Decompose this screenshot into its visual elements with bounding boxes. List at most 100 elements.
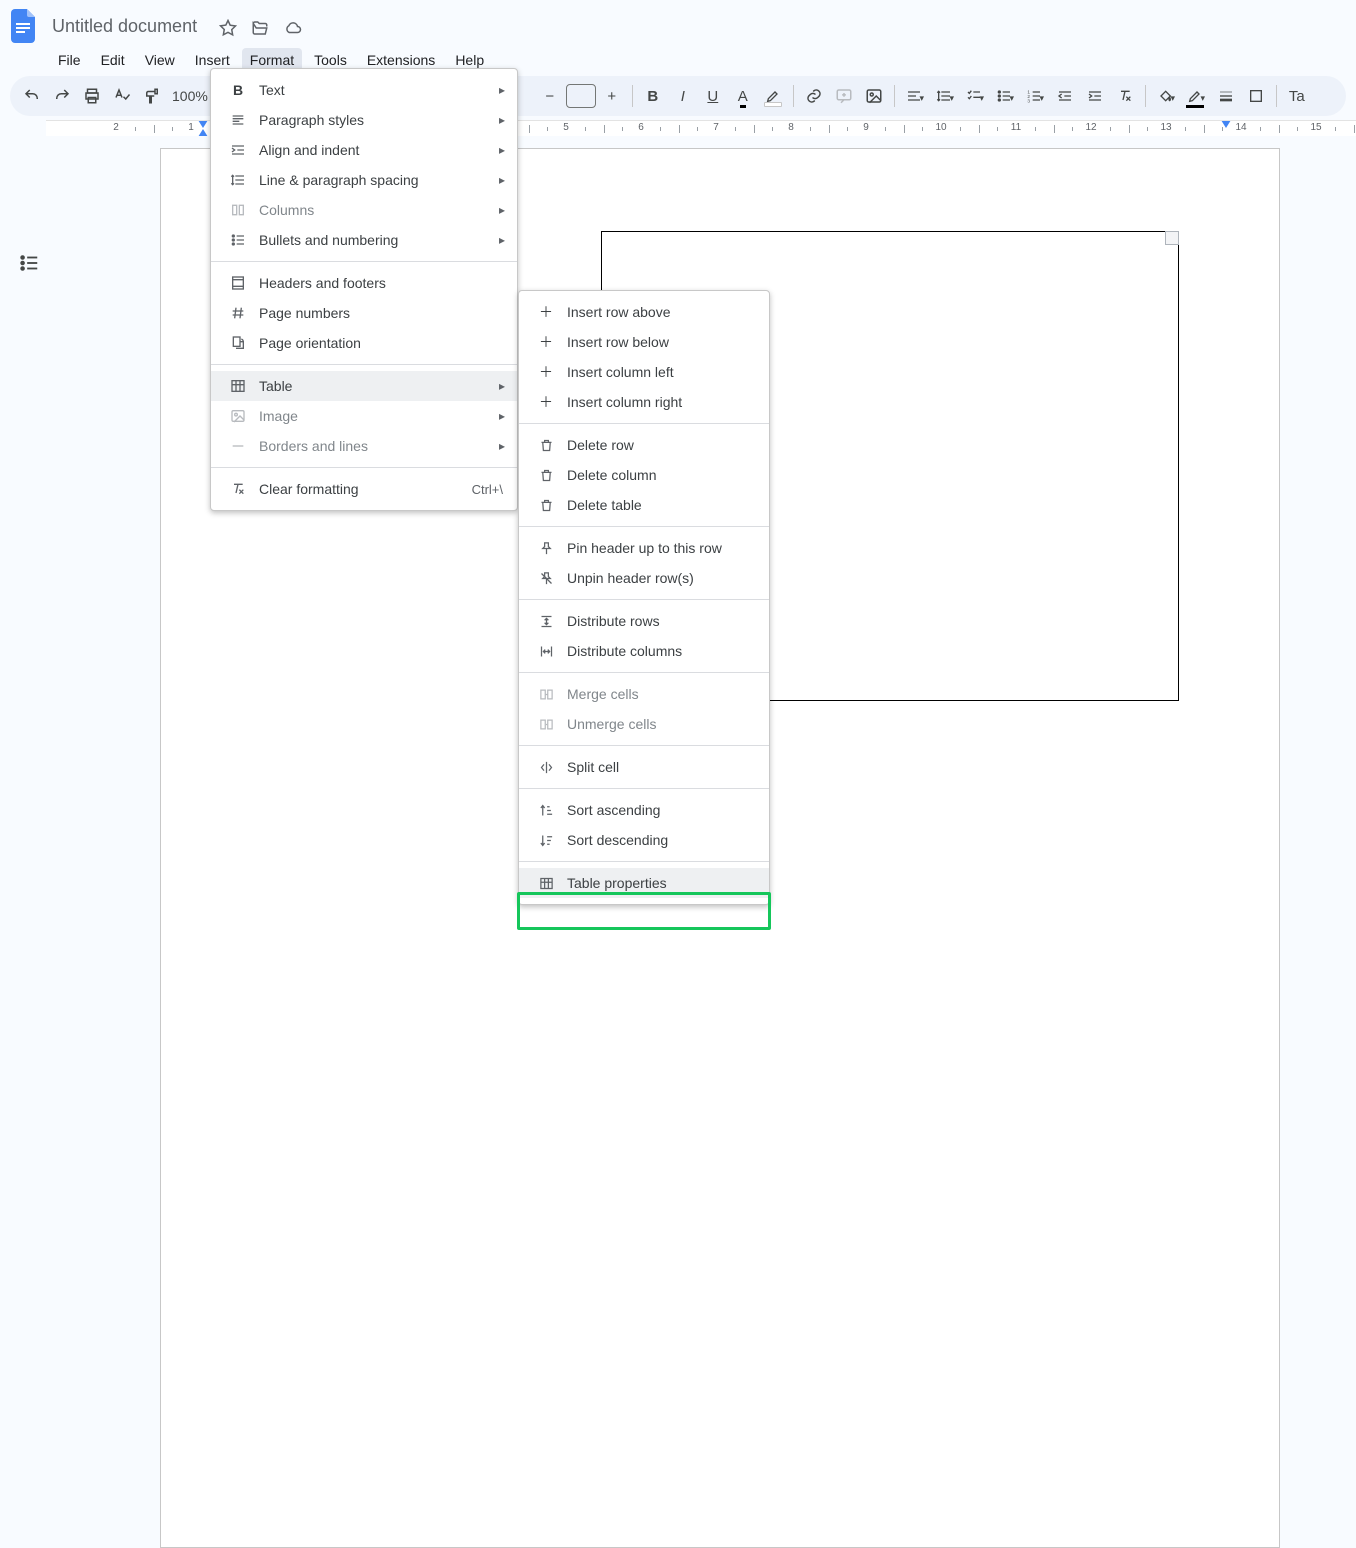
plus-icon: ＋ <box>535 392 557 412</box>
svg-text:3: 3 <box>1027 99 1030 104</box>
more-format-label[interactable]: Ta <box>1283 82 1311 110</box>
work-area: 21123456789101112131415161718 B Text▸ Pa… <box>0 120 1356 970</box>
table-sort-asc[interactable]: Sort ascending <box>519 795 769 825</box>
table-properties[interactable]: Table properties <box>519 868 769 898</box>
italic-button[interactable]: I <box>669 82 697 110</box>
format-line-spacing[interactable]: Line & paragraph spacing▸ <box>211 165 517 195</box>
table-distribute-rows[interactable]: Distribute rows <box>519 606 769 636</box>
split-icon <box>535 760 557 775</box>
ruler-tick-label: 10 <box>935 122 946 133</box>
table-insert-col-right[interactable]: ＋ Insert column right <box>519 387 769 417</box>
table-insert-row-above[interactable]: ＋ Insert row above <box>519 297 769 327</box>
sort-desc-icon <box>535 833 557 848</box>
format-paragraph-styles[interactable]: Paragraph styles▸ <box>211 105 517 135</box>
table-split-cell[interactable]: Split cell <box>519 752 769 782</box>
font-size-decrease[interactable]: − <box>536 82 564 110</box>
font-size-increase[interactable]: + <box>598 82 626 110</box>
format-text[interactable]: B Text▸ <box>211 75 517 105</box>
format-page-orientation[interactable]: Page orientation <box>211 328 517 358</box>
ruler-tick-label: 15 <box>1310 122 1321 133</box>
paint-format-button[interactable] <box>138 82 166 110</box>
decrease-indent-button[interactable] <box>1051 82 1079 110</box>
table-unmerge-cells: Unmerge cells <box>519 709 769 739</box>
table-distribute-columns[interactable]: Distribute columns <box>519 636 769 666</box>
bulleted-list-button[interactable]: ▾ <box>991 82 1019 110</box>
plus-icon: ＋ <box>535 332 557 352</box>
menu-bar: File Edit View Insert Format Tools Exten… <box>0 48 1356 76</box>
table-delete-table[interactable]: Delete table <box>519 490 769 520</box>
format-table[interactable]: Table▸ <box>211 371 517 401</box>
format-headers-footers[interactable]: Headers and footers <box>211 268 517 298</box>
bold-icon: B <box>227 82 249 98</box>
format-bullets-numbering[interactable]: Bullets and numbering▸ <box>211 225 517 255</box>
table-delete-column[interactable]: Delete column <box>519 460 769 490</box>
trash-icon <box>535 498 557 513</box>
table-pin-header[interactable]: Pin header up to this row <box>519 533 769 563</box>
merge-icon <box>535 687 557 702</box>
paragraph-icon <box>227 112 249 128</box>
insert-link-button[interactable] <box>800 82 828 110</box>
table-unpin-header[interactable]: Unpin header row(s) <box>519 563 769 593</box>
trash-icon <box>535 468 557 483</box>
border-dash-button[interactable] <box>1242 82 1270 110</box>
sort-asc-icon <box>535 803 557 818</box>
line-spacing-button[interactable]: ▾ <box>931 82 959 110</box>
columns-icon <box>227 202 249 218</box>
ruler-tick-label: 12 <box>1085 122 1096 133</box>
font-size-input[interactable] <box>566 84 596 108</box>
table-sort-desc[interactable]: Sort descending <box>519 825 769 855</box>
ruler-tick-label: 8 <box>788 122 794 133</box>
clear-format-icon <box>227 481 249 497</box>
ruler-tick-label: 13 <box>1160 122 1171 133</box>
format-image: Image▸ <box>211 401 517 431</box>
format-page-numbers[interactable]: Page numbers <box>211 298 517 328</box>
ruler-tick-label: 6 <box>638 122 644 133</box>
ruler-tick-label: 2 <box>113 122 119 133</box>
menu-view[interactable]: View <box>137 48 183 72</box>
distribute-columns-icon <box>535 644 557 659</box>
insert-image-button[interactable] <box>860 82 888 110</box>
format-dropdown: B Text▸ Paragraph styles▸ Align and inde… <box>210 68 518 511</box>
align-button[interactable]: ▾ <box>901 82 929 110</box>
table-delete-row[interactable]: Delete row <box>519 430 769 460</box>
star-icon[interactable] <box>219 19 237 37</box>
add-comment-button[interactable] <box>830 82 858 110</box>
table-icon <box>227 378 249 394</box>
increase-indent-button[interactable] <box>1081 82 1109 110</box>
indent-icon <box>227 142 249 158</box>
clear-formatting-button[interactable] <box>1111 82 1139 110</box>
move-icon[interactable] <box>251 19 269 37</box>
cloud-status-icon[interactable] <box>283 19 303 37</box>
table-insert-col-left[interactable]: ＋ Insert column left <box>519 357 769 387</box>
text-color-button[interactable]: A <box>729 82 757 110</box>
document-title[interactable]: Untitled document <box>46 14 203 39</box>
borders-icon <box>227 438 249 454</box>
zoom-select[interactable]: 100% <box>168 82 212 110</box>
outline-toggle-icon[interactable] <box>18 252 40 274</box>
list-icon <box>227 232 249 248</box>
table-insert-row-below[interactable]: ＋ Insert row below <box>519 327 769 357</box>
paint-bucket-button[interactable]: ▾ <box>1152 82 1180 110</box>
toolbar: 100% − + B I U A ▾ ▾ ▾ ▾ 123▾ ▾ ▾ Ta <box>0 76 1356 116</box>
undo-button[interactable] <box>18 82 46 110</box>
highlight-color-button[interactable] <box>759 82 787 110</box>
plus-icon: ＋ <box>535 362 557 382</box>
ruler-tick-label: 5 <box>563 122 569 133</box>
docs-logo[interactable] <box>8 6 40 46</box>
border-width-button[interactable] <box>1212 82 1240 110</box>
bold-button[interactable]: B <box>639 82 667 110</box>
underline-button[interactable]: U <box>699 82 727 110</box>
headers-footers-icon <box>227 275 249 291</box>
border-color-button[interactable]: ▾ <box>1182 82 1210 110</box>
format-clear-formatting[interactable]: Clear formatting Ctrl+\ <box>211 474 517 504</box>
table-merge-cells: Merge cells <box>519 679 769 709</box>
numbered-list-button[interactable]: 123▾ <box>1021 82 1049 110</box>
menu-file[interactable]: File <box>50 48 89 72</box>
redo-button[interactable] <box>48 82 76 110</box>
menu-edit[interactable]: Edit <box>93 48 133 72</box>
spellcheck-button[interactable] <box>108 82 136 110</box>
distribute-rows-icon <box>535 614 557 629</box>
checklist-button[interactable]: ▾ <box>961 82 989 110</box>
format-align-indent[interactable]: Align and indent▸ <box>211 135 517 165</box>
print-button[interactable] <box>78 82 106 110</box>
